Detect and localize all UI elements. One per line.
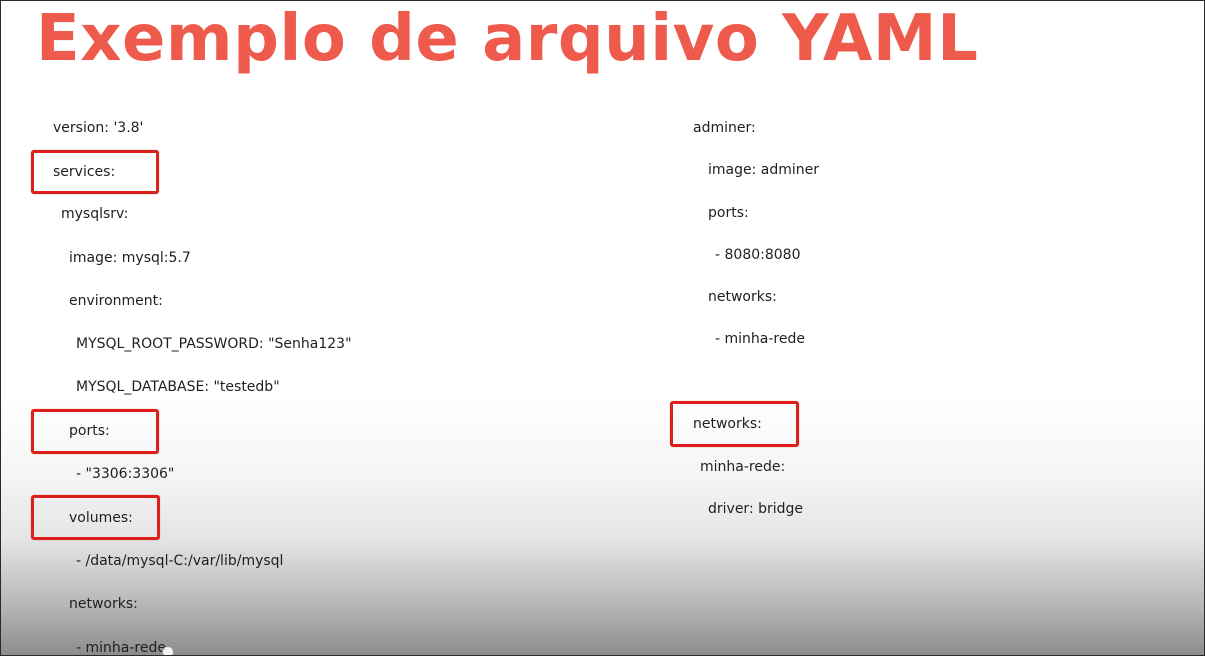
yaml-line-volume-mapping: - /data/mysql-C:/var/lib/mysql [76,553,284,569]
yaml-line-mysql-network-name: - minha-rede [76,640,166,656]
yaml-line-mysqlsrv: mysqlsrv: [61,206,129,222]
video-bottom-shade [1,396,1204,655]
yaml-line-version: version: '3.8' [53,120,144,136]
yaml-line-network-definition: minha-rede: [700,459,786,475]
yaml-line-mysql-networks: networks: [69,596,138,612]
yaml-line-environment: environment: [69,293,163,309]
slide-title: Exemplo de arquivo YAML [36,2,979,76]
highlight-box-ports [31,409,159,454]
highlight-box-networks [670,401,799,447]
slide-frame: Exemplo de arquivo YAML version: '3.8' s… [0,0,1205,656]
yaml-line-adminer-port-mapping: - 8080:8080 [715,247,801,263]
yaml-line-mysql-image: image: mysql:5.7 [69,250,191,266]
mouse-pointer-icon [162,646,174,655]
yaml-line-driver: driver: bridge [708,501,804,517]
highlight-box-volumes [31,495,160,540]
yaml-line-adminer-networks: networks: [708,289,777,305]
yaml-line-adminer: adminer: [693,120,756,136]
yaml-line-adminer-image: image: adminer [708,162,820,178]
highlight-box-services [31,150,159,194]
yaml-line-adminer-ports: ports: [708,205,749,221]
yaml-line-adminer-network-name: - minha-rede [715,331,805,347]
yaml-line-mysql-port-mapping: - "3306:3306" [76,466,175,482]
yaml-line-database: MYSQL_DATABASE: "testedb" [76,379,280,395]
yaml-line-root-password: MYSQL_ROOT_PASSWORD: "Senha123" [76,336,352,352]
